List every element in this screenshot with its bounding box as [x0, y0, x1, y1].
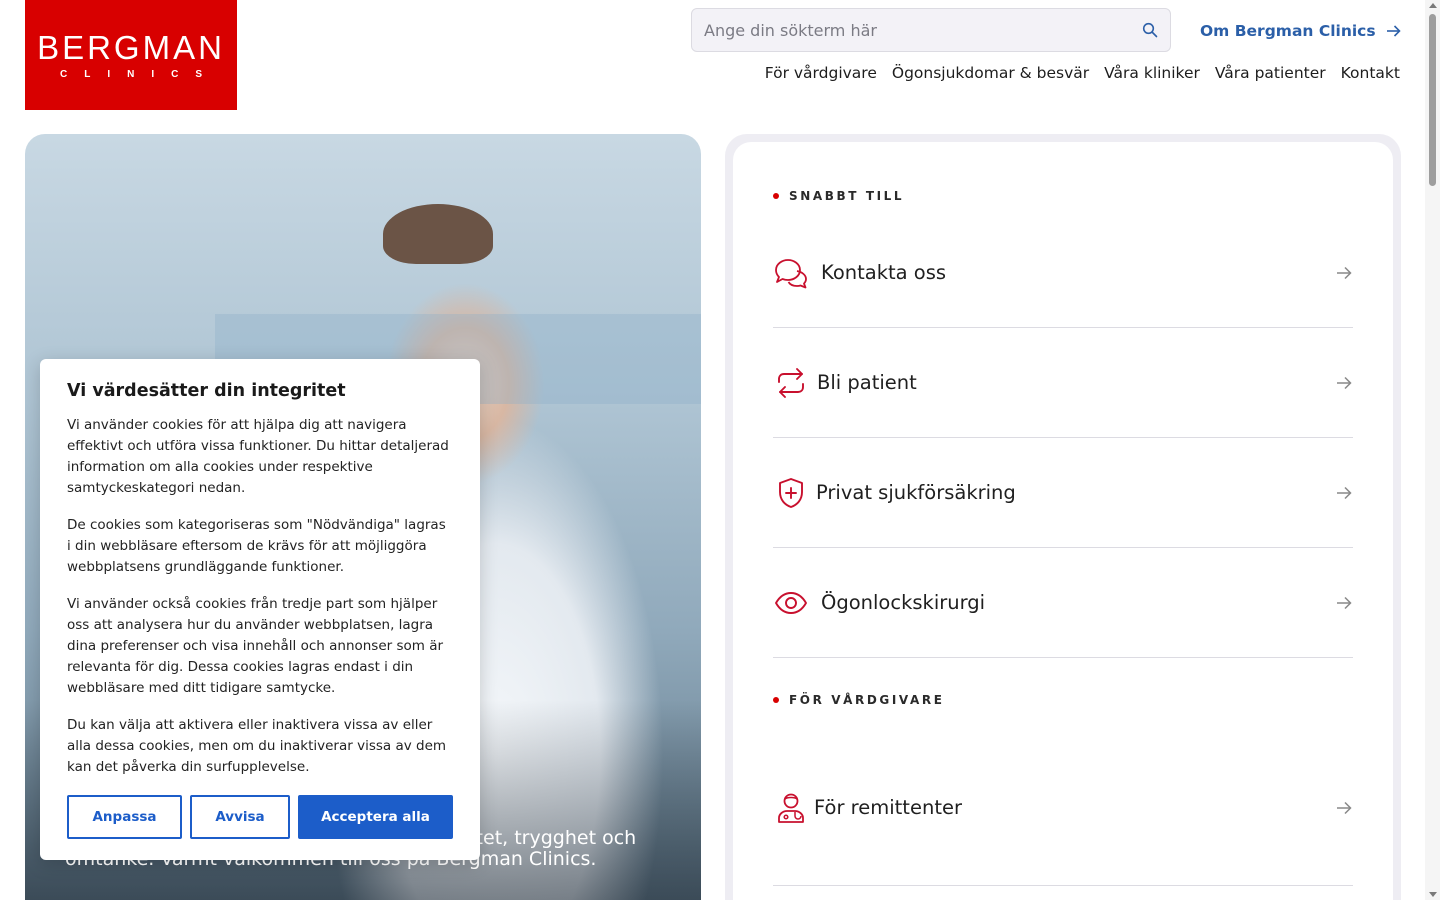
repeat-arrows-icon — [773, 365, 809, 401]
section-label-quick: SNABBT TILL — [773, 189, 904, 203]
link-label: Bli patient — [817, 371, 917, 394]
scrollbar-thumb[interactable] — [1429, 14, 1436, 186]
arrow-right-icon — [1337, 596, 1352, 609]
about-link[interactable]: Om Bergman Clinics — [1200, 22, 1401, 40]
link-for-remittenter[interactable]: För remittenter — [773, 730, 1353, 886]
hero-person-hair — [383, 204, 493, 264]
link-label: Kontakta oss — [821, 261, 947, 284]
section-label-providers: FÖR VÅRDGIVARE — [773, 693, 945, 707]
nav-item-kontakt[interactable]: Kontakt — [1341, 64, 1400, 82]
arrow-right-icon — [1337, 266, 1352, 279]
arrow-right-icon — [1337, 376, 1352, 389]
link-label: Ögonlockskirurgi — [821, 591, 986, 614]
link-bli-patient[interactable]: Bli patient — [773, 328, 1353, 438]
nav-item-kliniker[interactable]: Våra kliniker — [1104, 64, 1200, 82]
doctor-icon — [773, 790, 809, 826]
cookie-paragraph: Du kan välja att aktivera eller inaktive… — [67, 717, 447, 775]
arrow-right-icon — [1337, 801, 1352, 814]
cookie-paragraph: Vi använder cookies för att hjälpa dig a… — [67, 417, 449, 496]
search-icon[interactable] — [1142, 22, 1158, 38]
arrow-right-icon — [1386, 25, 1401, 37]
search-input[interactable]: Ange din sökterm här — [691, 8, 1171, 52]
nav-item-patienter[interactable]: Våra patienter — [1215, 64, 1326, 82]
shield-plus-icon — [773, 475, 809, 511]
accept-all-button[interactable]: Acceptera alla — [298, 795, 453, 839]
scroll-up-icon[interactable] — [1429, 3, 1437, 8]
brand-name: BERGMAN — [37, 28, 225, 66]
nav-item-ogonsjukdomar[interactable]: Ögonsjukdomar & besvär — [892, 64, 1089, 82]
section-dot — [773, 697, 779, 703]
section-label-text: SNABBT TILL — [789, 189, 905, 203]
main-nav: För vårdgivare Ögonsjukdomar & besvär Vå… — [765, 64, 1400, 82]
cookie-consent-dialog: Vi värdesätter din integritet Vi använde… — [40, 359, 480, 860]
scroll-down-icon[interactable] — [1429, 892, 1437, 897]
about-link-label: Om Bergman Clinics — [1200, 22, 1376, 40]
chat-bubbles-icon — [773, 255, 809, 291]
link-kontakta-oss[interactable]: Kontakta oss — [773, 218, 1353, 328]
section-label-text: FÖR VÅRDGIVARE — [789, 693, 945, 707]
nav-item-vardgivare[interactable]: För vårdgivare — [765, 64, 877, 82]
link-privat-sjukforsakring[interactable]: Privat sjukförsäkring — [773, 438, 1353, 548]
arrow-right-icon — [1337, 486, 1352, 499]
brand-logo[interactable]: BERGMAN CLINICS — [25, 0, 237, 110]
link-ogonlockskirurgi[interactable]: Ögonlockskirurgi — [773, 548, 1353, 658]
reject-button[interactable]: Avvisa — [190, 795, 290, 839]
cookie-title: Vi värdesätter din integritet — [67, 381, 346, 401]
link-label: För remittenter — [814, 796, 962, 819]
cookie-buttons: Anpassa Avvisa Acceptera alla — [67, 795, 453, 839]
cookie-paragraph: De cookies som kategoriseras som "Nödvän… — [67, 517, 446, 575]
section-dot — [773, 193, 779, 199]
link-label: Privat sjukförsäkring — [816, 481, 1016, 504]
search-placeholder: Ange din sökterm här — [704, 20, 877, 40]
cookie-paragraph: Vi använder också cookies från tredje pa… — [67, 596, 444, 696]
eye-icon — [773, 585, 809, 621]
page-scrollbar[interactable] — [1425, 0, 1440, 900]
brand-sub: CLINICS — [60, 68, 219, 80]
customize-button[interactable]: Anpassa — [67, 795, 182, 839]
